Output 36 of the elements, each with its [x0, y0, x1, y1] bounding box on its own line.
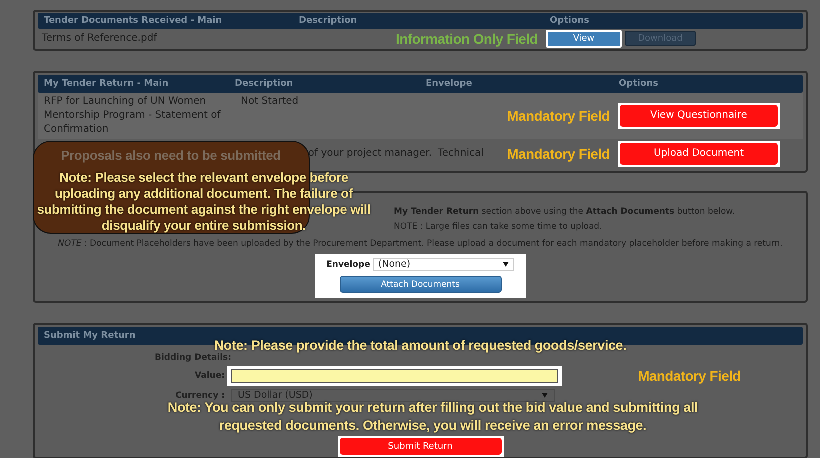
- submit-note: Note: You can only submit your return after filling out the bid value and submitting all requested documents. Otherwise, you will receive an error message.: [166, 400, 700, 435]
- field-annotation: Information Only Field: [396, 30, 538, 46]
- instruction-text: My Tender Return section above using the Attach Documents button below.: [394, 207, 736, 217]
- currency-dropdown[interactable]: US Dollar (USD): [231, 389, 555, 402]
- envelope-note: Note: Please select the relevant envelope before uploading any additional document. The failure of submitting the document against the right envelope will disqualify your entire submission.: [36, 170, 372, 234]
- currency-label: Currency :: [176, 390, 225, 400]
- dropdown-arrow-icon: [542, 393, 548, 398]
- envelope-label: Envelope: [326, 260, 370, 270]
- instruction-text: NOTE : Document Placeholders have been uploaded by the Procurement Department. Please upload a document for each mandatory placeholder before making a return.: [58, 239, 783, 249]
- status-text: Not Started: [241, 95, 300, 109]
- submit-return-button[interactable]: Submit Return: [340, 438, 502, 455]
- status-text: of your project manager.: [308, 147, 432, 161]
- envelope-dropdown[interactable]: (None): [373, 258, 514, 271]
- action-button[interactable]: View Questionnaire: [618, 103, 780, 129]
- column-header: Description: [235, 79, 294, 89]
- document-name: RFP for Launching of UN Women Mentorship Program - Statement of Confirmation: [44, 95, 222, 137]
- column-header: Options: [619, 79, 660, 89]
- value-label: Value:: [195, 371, 225, 381]
- action-button[interactable]: Upload Document: [618, 141, 780, 167]
- view-button[interactable]: View: [546, 30, 622, 48]
- field-annotation: Mandatory Field: [507, 108, 610, 124]
- file-link[interactable]: Terms of Reference.pdf: [42, 33, 396, 44]
- column-header: Description: [299, 16, 358, 26]
- instruction-text: NOTE : Large files can take some time to upload.: [394, 222, 602, 232]
- attach-documents-button[interactable]: Attach Documents: [340, 276, 502, 293]
- column-header: My Tender Return - Main: [44, 79, 170, 89]
- field-annotation: Mandatory Field: [507, 146, 610, 162]
- envelope-text: Technical: [438, 147, 485, 161]
- value-field[interactable]: [227, 366, 562, 386]
- bidding-details-label: Bidding Details:: [155, 353, 232, 363]
- tooltip-text: Proposals also need to be submitted: [60, 148, 282, 163]
- column-header: Envelope: [426, 79, 474, 89]
- dropdown-arrow-icon: [503, 262, 510, 267]
- field-annotation: Mandatory Field: [638, 368, 742, 384]
- column-header: Tender Documents Received - Main: [44, 16, 224, 26]
- column-header: Options: [550, 16, 590, 26]
